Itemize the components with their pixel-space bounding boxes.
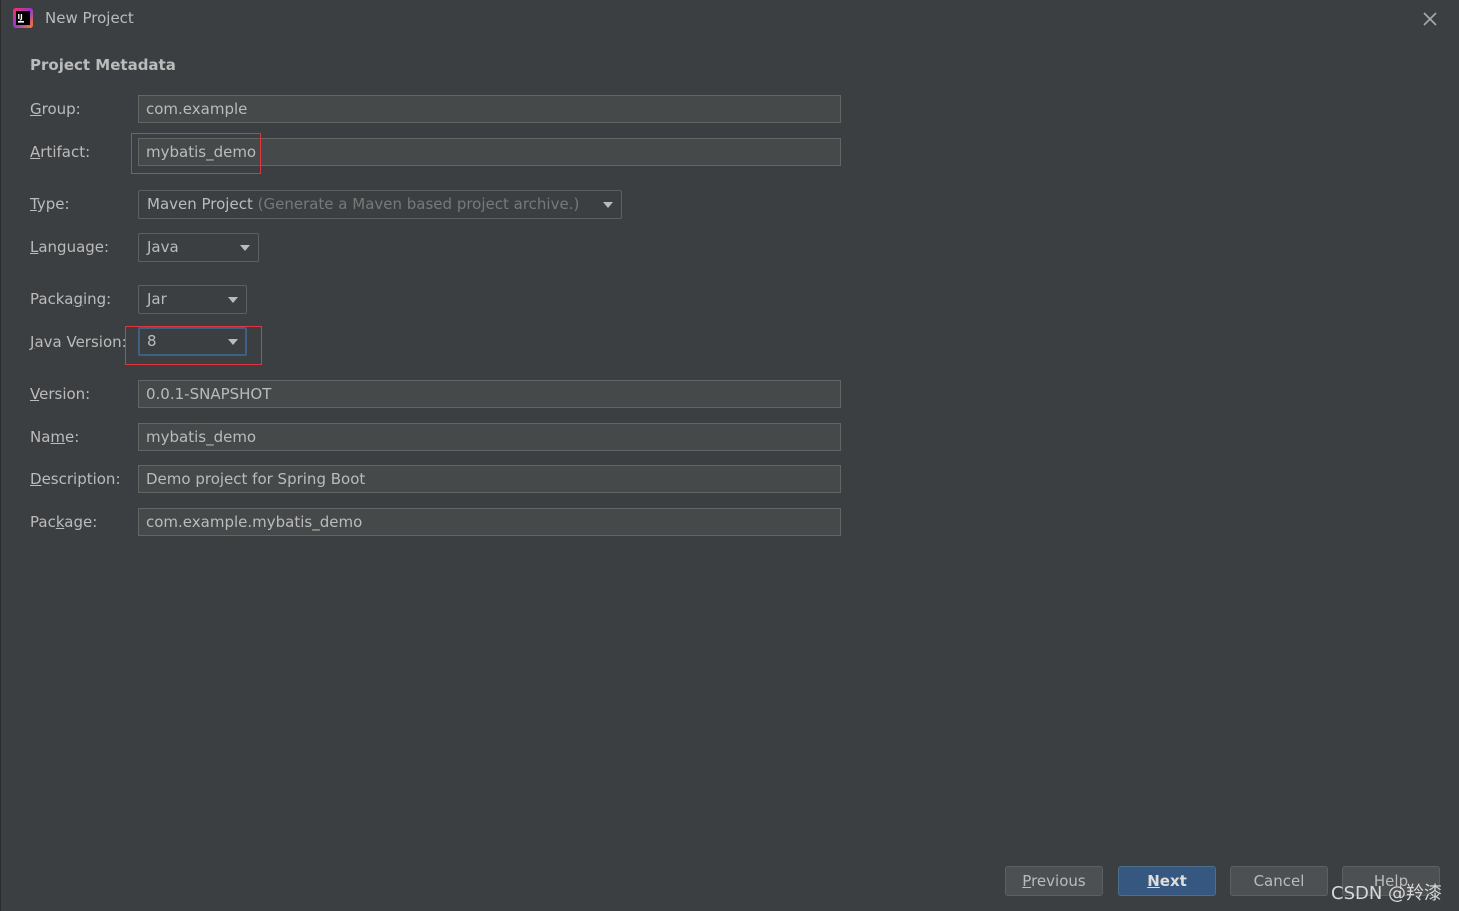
package-field[interactable]: com.example.mybatis_demo bbox=[138, 508, 841, 536]
description-label: Description: bbox=[30, 470, 121, 488]
window-title: New Project bbox=[45, 9, 134, 27]
language-label-text: anguage: bbox=[38, 238, 110, 256]
artifact-label-mnemonic: A bbox=[30, 143, 41, 161]
type-dropdown[interactable]: Maven Project (Generate a Maven based pr… bbox=[138, 190, 622, 219]
java-version-value: 8 bbox=[147, 332, 157, 350]
next-button-label: ext bbox=[1159, 872, 1187, 890]
type-value: Maven Project bbox=[147, 195, 253, 213]
packaging-label-text: ing: bbox=[82, 290, 112, 308]
language-value: Java bbox=[147, 238, 179, 256]
package-label-mnemonic: k bbox=[55, 513, 65, 531]
version-label-mnemonic: V bbox=[30, 385, 40, 403]
description-label-text: escription: bbox=[41, 470, 121, 488]
group-label-mnemonic: G bbox=[30, 100, 42, 118]
previous-button[interactable]: Previous bbox=[1005, 866, 1103, 896]
packaging-label-pre: Packa bbox=[30, 290, 74, 308]
watermark: CSDN @羚漆 bbox=[1331, 883, 1443, 904]
previous-button-mnemonic: P bbox=[1022, 872, 1032, 890]
next-button[interactable]: Next bbox=[1118, 866, 1216, 896]
next-button-mnemonic: N bbox=[1147, 872, 1160, 890]
version-label: Version: bbox=[30, 385, 90, 403]
java-version-label-text: ava Version: bbox=[34, 333, 127, 351]
artifact-label: Artifact: bbox=[30, 143, 90, 161]
artifact-label-text: rtifact: bbox=[40, 143, 91, 161]
name-label-text: e: bbox=[65, 428, 80, 446]
packaging-label-mnemonic: g bbox=[73, 290, 83, 308]
chevron-down-icon bbox=[228, 339, 238, 345]
type-label-text: ype: bbox=[36, 195, 70, 213]
chevron-down-icon bbox=[240, 245, 250, 251]
section-title: Project Metadata bbox=[30, 56, 176, 74]
group-field[interactable]: com.example bbox=[138, 95, 841, 123]
language-dropdown[interactable]: Java bbox=[138, 233, 259, 262]
type-label-mnemonic: T bbox=[30, 195, 37, 213]
version-field[interactable]: 0.0.1-SNAPSHOT bbox=[138, 380, 841, 408]
chevron-down-icon bbox=[603, 202, 613, 208]
packaging-label: Packaging: bbox=[30, 290, 111, 308]
previous-button-label: revious bbox=[1031, 872, 1086, 890]
type-label: Type: bbox=[30, 195, 70, 213]
language-label: Language: bbox=[30, 238, 109, 256]
chevron-down-icon bbox=[228, 297, 238, 303]
title-bar: IJ New Project bbox=[1, 0, 1459, 38]
name-label-pre: Na bbox=[30, 428, 51, 446]
package-label-text: age: bbox=[64, 513, 98, 531]
name-label-mnemonic: m bbox=[50, 428, 66, 446]
group-label-text: roup: bbox=[41, 100, 81, 118]
packaging-value: Jar bbox=[147, 290, 167, 308]
description-field[interactable]: Demo project for Spring Boot bbox=[138, 465, 841, 493]
intellij-idea-icon: IJ bbox=[13, 8, 33, 28]
java-version-dropdown[interactable]: 8 bbox=[138, 327, 247, 356]
close-icon[interactable] bbox=[1419, 8, 1441, 30]
package-label: Package: bbox=[30, 513, 97, 531]
packaging-dropdown[interactable]: Jar bbox=[138, 285, 247, 314]
group-label: Group: bbox=[30, 100, 81, 118]
new-project-dialog: IJ New Project Project Metadata Group: c… bbox=[0, 0, 1459, 911]
package-label-pre: Pac bbox=[30, 513, 56, 531]
version-label-text: ersion: bbox=[39, 385, 91, 403]
type-hint: (Generate a Maven based project archive.… bbox=[257, 195, 580, 213]
name-field[interactable]: mybatis_demo bbox=[138, 423, 841, 451]
name-label: Name: bbox=[30, 428, 79, 446]
description-label-mnemonic: D bbox=[30, 470, 42, 488]
java-version-label: Java Version: bbox=[30, 333, 127, 351]
svg-text:IJ: IJ bbox=[18, 13, 23, 21]
cancel-button[interactable]: Cancel bbox=[1230, 866, 1328, 896]
artifact-field[interactable]: mybatis_demo bbox=[138, 138, 841, 166]
